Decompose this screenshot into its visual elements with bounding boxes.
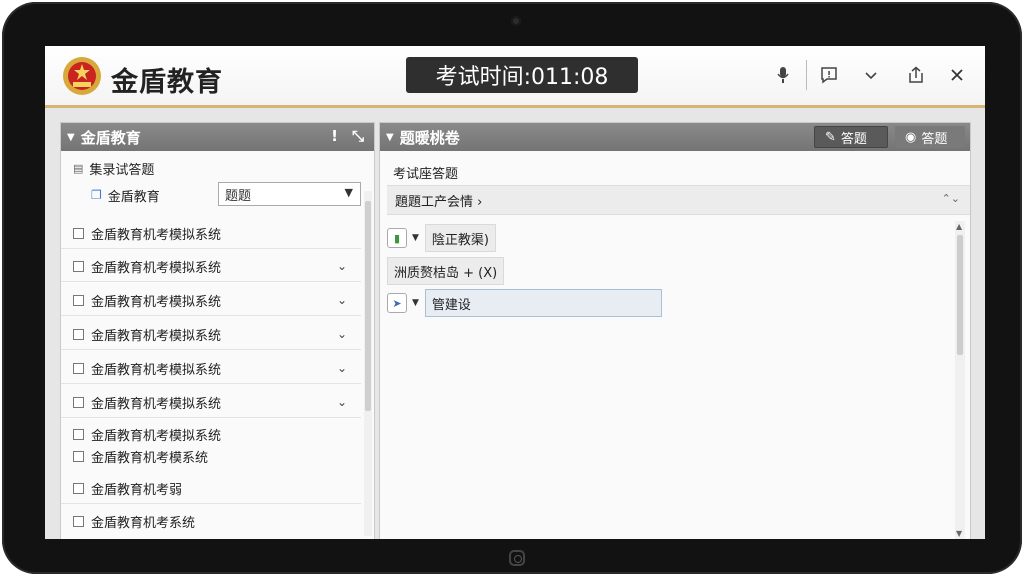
chevron-down-icon[interactable] — [860, 64, 882, 86]
comment-icon: ◉ — [905, 129, 917, 145]
select-arrow-icon: ▼ — [344, 186, 353, 199]
select-value: 题题 — [225, 188, 252, 204]
list-item[interactable]: 金盾教育机考模系统 — [61, 447, 361, 466]
app-screen: 金盾教育 考试时间:011:08 ▼ 金盾教育 ! ⤡ ▤ 集录试答题 ❐ 金盾… — [45, 46, 985, 539]
left-panel-header[interactable]: ▼ 金盾教育 ! ⤡ — [61, 123, 374, 151]
caret-down-icon[interactable]: ▼ — [412, 298, 419, 308]
checkbox[interactable] — [73, 450, 84, 462]
collapse-triangle-icon[interactable]: ▼ — [386, 132, 394, 143]
list-item-label: 金盾教育机考模拟系统 — [91, 260, 222, 276]
list-item-label: 金盾教育机考系统 — [91, 515, 196, 531]
list-item-label: 金盾教育机考模拟系统 — [91, 428, 222, 444]
scrollbar-thumb[interactable] — [365, 201, 371, 411]
node-label: 管建设 — [424, 289, 662, 317]
section-label: 考试座答题 — [393, 167, 459, 182]
chevron-down-icon[interactable]: ⌄ — [337, 395, 347, 409]
chat-icon: ❐ — [91, 188, 102, 202]
collapse-triangle-icon[interactable]: ▼ — [67, 132, 75, 143]
list-item-label: 金盾教育机考模拟系统 — [91, 362, 222, 378]
right-scrollbar[interactable]: ▲ ▼ — [955, 221, 965, 539]
list-item[interactable]: 金盾教育机考模拟系统 — [61, 218, 361, 249]
right-panel-title: 题暖桃卷 — [399, 128, 460, 147]
tree-child-label: 金盾教育 — [107, 189, 160, 205]
share-icon[interactable] — [905, 64, 927, 86]
collapse-icon[interactable]: ⤡ — [352, 127, 364, 145]
list-item[interactable]: 金盾教育机考模拟系统 ⌄ — [61, 319, 361, 350]
toolbar-divider — [806, 60, 807, 90]
chevron-down-icon[interactable]: ⌄ — [337, 327, 347, 341]
home-button-icon[interactable] — [509, 550, 525, 566]
scroll-down-icon[interactable]: ▼ — [956, 529, 962, 538]
feedback-icon[interactable] — [818, 64, 840, 86]
pin-icon: ➤ — [387, 293, 407, 313]
left-scrollbar[interactable] — [364, 191, 372, 536]
app-title: 金盾教育 — [111, 67, 223, 98]
list-item-label: 金盾教育机考弱 — [91, 482, 183, 498]
list-item-label: 金盾教育机考模拟系统 — [91, 227, 222, 243]
list-item-label: 金盾教育机考模拟系统 — [91, 294, 222, 310]
list-icon: ▤ — [73, 161, 84, 175]
expand-icon[interactable]: ⌃⌄ — [942, 192, 960, 205]
chevron-down-icon[interactable]: ⌄ — [337, 259, 347, 273]
list-item-label: 金盾教育机考模拟系统 — [91, 328, 222, 344]
list-item[interactable]: 金盾教育机考模拟系统 ⌄ — [61, 251, 361, 282]
list-item[interactable]: 金盾教育机考模拟系统 — [61, 425, 361, 444]
tab-answer-inactive[interactable]: ◉ 答题 — [895, 126, 965, 148]
list-item-label: 金盾教育机考模系统 — [91, 450, 209, 466]
checkbox[interactable] — [73, 396, 84, 408]
tree-root-label: 集录试答题 — [89, 162, 155, 178]
answer-panel: ▼ 题暖桃卷 ✎ 答题 ◉ 答题 考试座答题 題題工产会情 › ⌃⌄ ▮ ▼ 陰… — [379, 122, 971, 539]
tree-root[interactable]: ▤ 集录试答题 — [61, 157, 361, 179]
checkbox[interactable] — [73, 260, 84, 272]
left-panel-title: 金盾教育 — [80, 128, 141, 147]
chevron-down-icon[interactable]: ⌄ — [337, 361, 347, 375]
exam-timer: 考试时间:011:08 — [406, 57, 638, 93]
node-label: 洲质赘桔岛 + (X) — [387, 257, 505, 285]
question-list-panel: ▼ 金盾教育 ! ⤡ ▤ 集录试答题 ❐ 金盾教育 题题 ▼ 金盾教育机考模拟系… — [60, 122, 375, 539]
tree-node[interactable]: ▮ ▼ 陰正教渠) — [387, 224, 496, 252]
list-item-label: 金盾教育机考模拟系统 — [91, 396, 222, 412]
list-item[interactable]: 金盾教育机考模拟系统 ⌄ — [61, 285, 361, 316]
list-item[interactable]: 金盾教育机考系统 — [61, 511, 361, 531]
list-item[interactable]: 金盾教育机考弱 — [61, 473, 361, 504]
checkbox[interactable] — [73, 428, 84, 440]
tablet-bezel: 金盾教育 考试时间:011:08 ▼ 金盾教育 ! ⤡ ▤ 集录试答题 ❐ 金盾… — [2, 2, 1022, 574]
list-item[interactable]: 金盾教育机考模拟系统 ⌄ — [61, 387, 361, 418]
list-item[interactable]: 金盾教育机考模拟系统 ⌄ — [61, 353, 361, 384]
pin-icon: ✎ — [825, 129, 836, 145]
tree-node[interactable]: 洲质赘桔岛 + (X) — [387, 257, 505, 285]
question-type-select[interactable]: 题题 ▼ — [218, 182, 361, 206]
checkbox[interactable] — [73, 482, 84, 494]
checkbox[interactable] — [73, 362, 84, 374]
checkbox[interactable] — [73, 294, 84, 306]
checkbox[interactable] — [73, 328, 84, 340]
tree-node-selected[interactable]: ➤ ▼ 管建设 — [387, 289, 662, 317]
close-icon[interactable] — [946, 64, 968, 86]
chevron-down-icon[interactable]: ⌄ — [337, 293, 347, 307]
caret-down-icon[interactable]: ▼ — [412, 233, 419, 243]
checkbox[interactable] — [73, 515, 84, 527]
emblem-icon — [63, 57, 101, 95]
document-icon: ▮ — [387, 228, 407, 248]
microphone-icon[interactable] — [772, 64, 794, 86]
alert-icon[interactable]: ! — [331, 127, 338, 145]
tab-label: 答题 — [921, 131, 948, 147]
checkbox[interactable] — [73, 227, 84, 239]
tab-answer-active[interactable]: ✎ 答题 — [814, 126, 888, 148]
scroll-up-icon[interactable]: ▲ — [956, 222, 962, 231]
breadcrumb[interactable]: 題題工产会情 › ⌃⌄ — [387, 185, 970, 215]
breadcrumb-text: 題題工产会情 › — [395, 194, 483, 210]
scrollbar-thumb[interactable] — [957, 235, 963, 355]
camera-icon — [511, 16, 521, 26]
tab-label: 答题 — [840, 131, 867, 147]
top-bar: 金盾教育 考试时间:011:08 — [45, 46, 985, 108]
node-label: 陰正教渠) — [424, 224, 496, 252]
